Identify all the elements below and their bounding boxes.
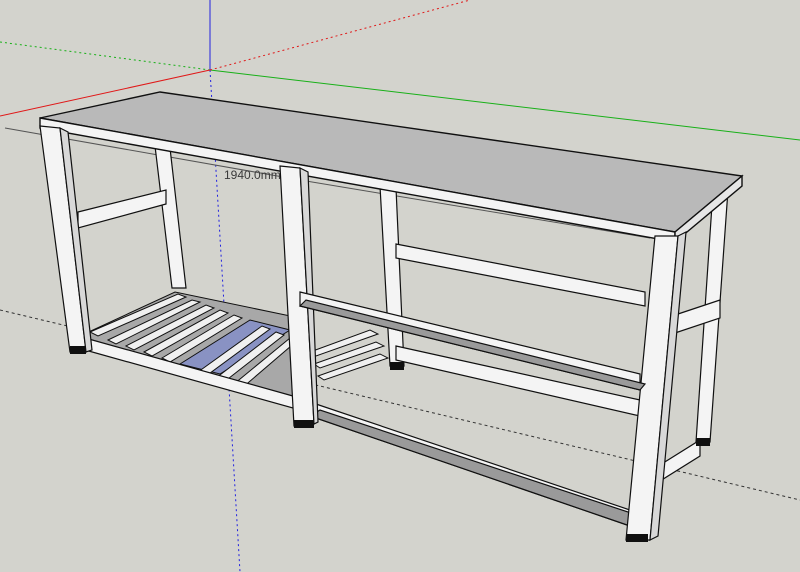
bottom-rails[interactable] (77, 335, 701, 527)
green-axis-hidden (0, 41, 211, 71)
red-axis-hidden (209, 0, 471, 71)
dimension-label: 1940.0mm (224, 168, 281, 182)
model-viewport[interactable]: 1940.0mm (0, 0, 800, 572)
model-scene[interactable] (0, 0, 800, 572)
